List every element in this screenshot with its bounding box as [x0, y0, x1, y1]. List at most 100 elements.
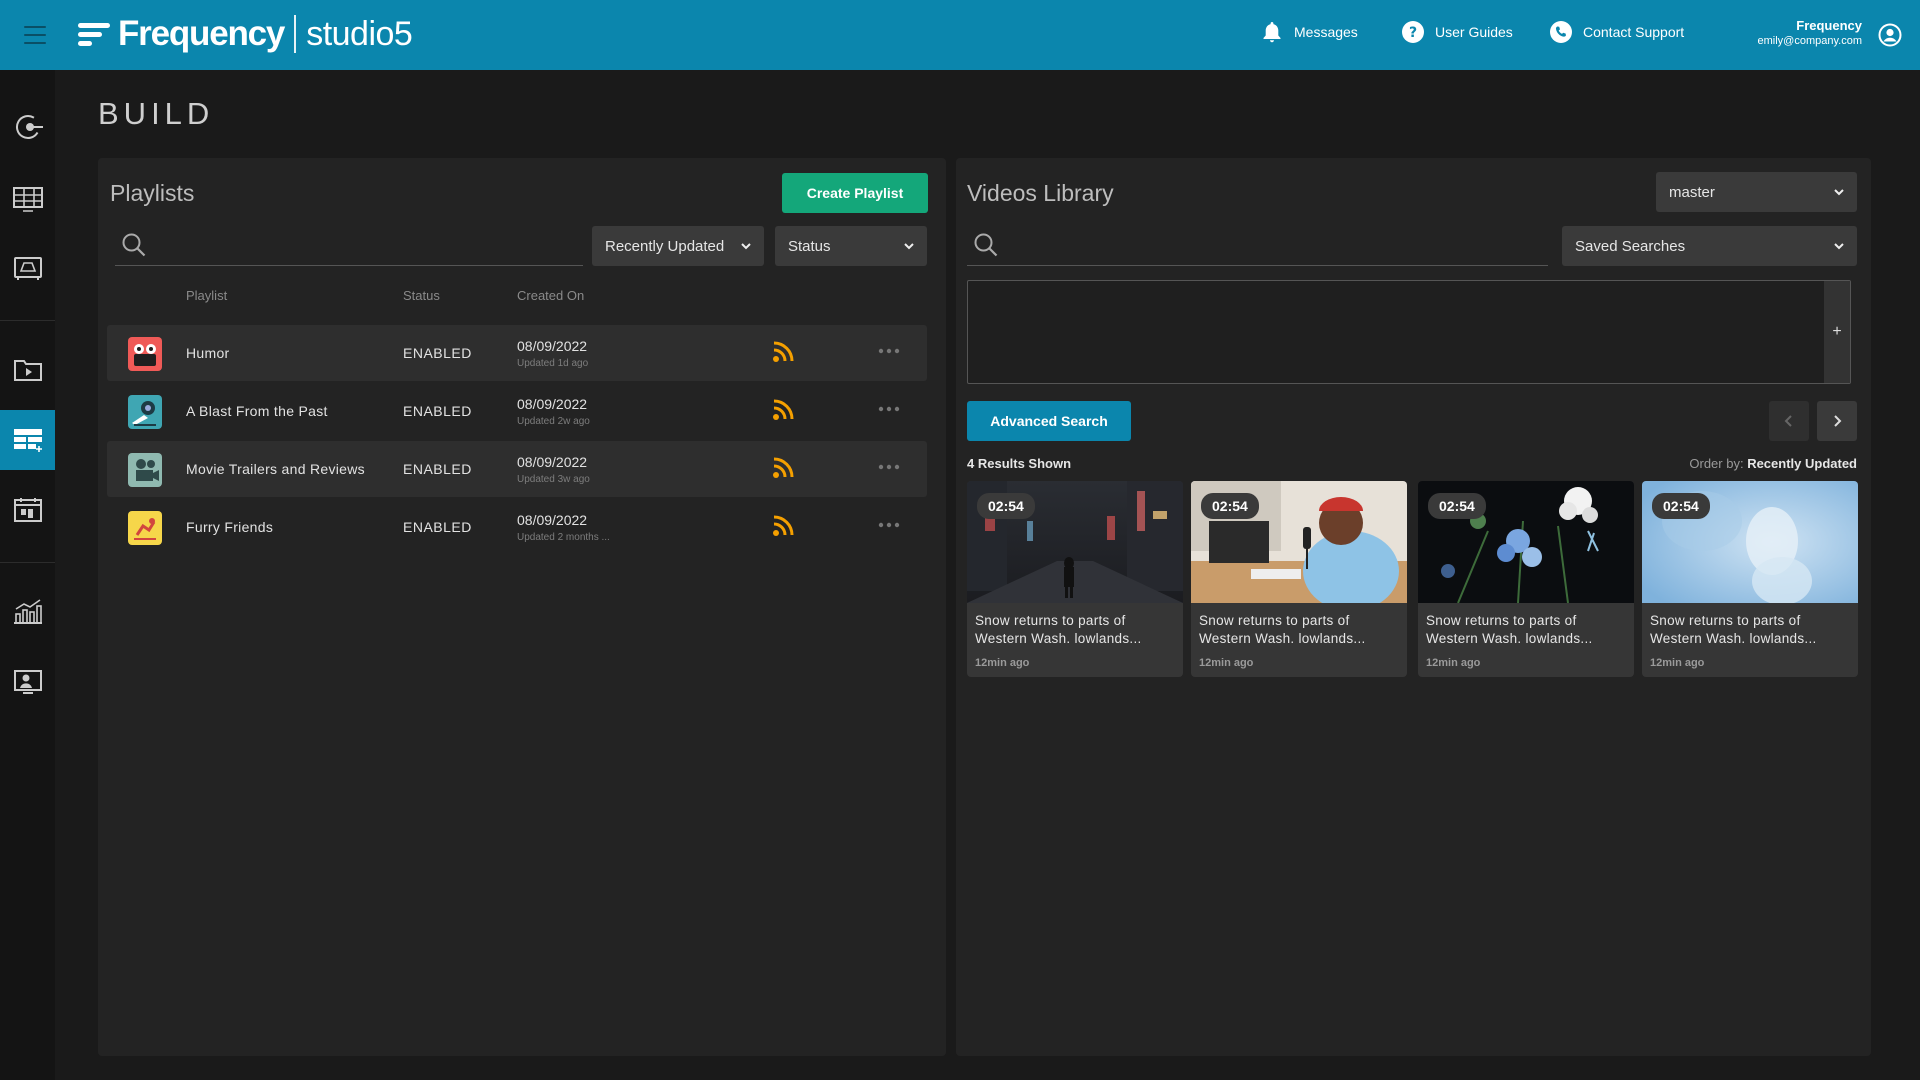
logo-brand: Frequency	[118, 14, 285, 53]
search-icon	[974, 233, 998, 257]
user-screen-icon	[13, 670, 42, 694]
branch-select[interactable]: master	[1656, 172, 1857, 212]
video-card[interactable]: 02:54 Snow returns to parts of Western W…	[1191, 481, 1407, 677]
more-options-icon[interactable]	[877, 517, 901, 533]
playlist-created-date: 08/09/2022	[517, 512, 588, 528]
video-duration-badge: 02:54	[1428, 493, 1486, 519]
user-name: Frequency	[1796, 18, 1862, 33]
add-tag-button[interactable]: +	[1824, 281, 1850, 383]
svg-text:?: ?	[1409, 25, 1417, 41]
user-email: emily@company.com	[1757, 35, 1863, 47]
rss-feed-icon[interactable]	[772, 457, 794, 479]
app-logo[interactable]: Frequency studio5	[78, 14, 413, 54]
video-updated: 12min ago	[1426, 657, 1481, 669]
playlist-row[interactable]: Furry Friends ENABLED 08/09/2022 Updated…	[107, 499, 927, 555]
rail-divider	[0, 320, 55, 321]
build-playlist-icon	[13, 429, 42, 452]
contact-support-link[interactable]: Contact Support	[1549, 20, 1684, 44]
rail-item-broadcast[interactable]	[0, 97, 55, 157]
playlist-updated: Updated 2 months ...	[517, 532, 610, 543]
playlist-updated: Updated 1d ago	[517, 358, 589, 369]
column-header-status[interactable]: Status	[403, 288, 440, 303]
more-options-icon[interactable]	[877, 343, 901, 359]
playlist-thumbnail	[128, 453, 162, 487]
playlist-status: ENABLED	[403, 519, 472, 535]
playlist-row[interactable]: Humor ENABLED 08/09/2022 Updated 1d ago	[107, 325, 927, 381]
chevron-down-icon	[1834, 189, 1844, 196]
prev-page-button[interactable]	[1769, 401, 1809, 441]
playlist-thumbnail	[128, 395, 162, 429]
playlist-created-date: 08/09/2022	[517, 454, 588, 470]
calendar-icon	[13, 498, 42, 522]
column-header-created[interactable]: Created On	[517, 288, 584, 303]
rail-item-analytics[interactable]	[0, 582, 55, 642]
order-by-value: Recently Updated	[1747, 456, 1857, 471]
video-card[interactable]: 02:54 Snow returns to parts of Western W…	[1418, 481, 1634, 677]
advanced-search-button[interactable]: Advanced Search	[967, 401, 1131, 441]
user-guides-link[interactable]: ? User Guides	[1401, 20, 1513, 44]
logo-separator	[294, 15, 297, 53]
video-search-input[interactable]	[1007, 230, 1544, 260]
branch-select-value: master	[1669, 183, 1715, 201]
rail-item-channel[interactable]	[0, 239, 55, 299]
create-playlist-button[interactable]: Create Playlist	[782, 173, 928, 213]
page-title: BUILD	[98, 96, 215, 131]
user-account[interactable]: Frequency emily@company.com	[1758, 18, 1863, 47]
status-select[interactable]: Status	[775, 226, 927, 266]
playlist-updated: Updated 2w ago	[517, 416, 590, 427]
rss-feed-icon[interactable]	[772, 341, 794, 363]
channel-icon	[13, 257, 42, 280]
playlist-updated: Updated 3w ago	[517, 474, 590, 485]
playlist-search-input[interactable]	[155, 230, 579, 260]
playlist-search	[115, 226, 583, 266]
next-page-button[interactable]	[1817, 401, 1857, 441]
saved-searches-value: Saved Searches	[1575, 237, 1686, 255]
messages-link[interactable]: Messages	[1260, 20, 1358, 44]
rail-item-calendar[interactable]	[0, 480, 55, 540]
more-options-icon[interactable]	[877, 401, 901, 417]
more-options-icon[interactable]	[877, 459, 901, 475]
video-duration-badge: 02:54	[1652, 493, 1710, 519]
playlist-row[interactable]: A Blast From the Past ENABLED 08/09/2022…	[107, 383, 927, 439]
help-icon: ?	[1401, 20, 1425, 44]
video-duration-badge: 02:54	[977, 493, 1035, 519]
playlist-row[interactable]: Movie Trailers and Reviews ENABLED 08/09…	[107, 441, 927, 497]
playlist-status: ENABLED	[403, 345, 472, 361]
playlist-status: ENABLED	[403, 403, 472, 419]
chevron-down-icon	[1834, 243, 1844, 250]
schedule-grid-icon	[12, 187, 43, 212]
video-updated: 12min ago	[975, 657, 1030, 669]
video-title: Snow returns to parts of Western Wash. l…	[1426, 613, 1593, 646]
rss-feed-icon[interactable]	[772, 515, 794, 537]
playlist-name: Movie Trailers and Reviews	[186, 461, 365, 477]
rss-feed-icon[interactable]	[772, 399, 794, 421]
messages-label: Messages	[1294, 24, 1358, 40]
chevron-left-icon	[1784, 415, 1792, 427]
left-nav-rail	[0, 70, 55, 1080]
playlist-created-date: 08/09/2022	[517, 338, 588, 354]
video-card[interactable]: 02:54 Snow returns to parts of Western W…	[1642, 481, 1858, 677]
sort-select-value: Recently Updated	[605, 237, 725, 255]
video-updated: 12min ago	[1650, 657, 1705, 669]
hamburger-menu-icon[interactable]	[24, 26, 46, 44]
video-card[interactable]: 02:54 Snow returns to parts of Western W…	[967, 481, 1183, 677]
search-tags-box[interactable]: +	[967, 280, 1851, 384]
analytics-icon	[13, 599, 42, 624]
rail-item-viewer[interactable]	[0, 652, 55, 712]
playlist-status: ENABLED	[403, 461, 472, 477]
sort-select[interactable]: Recently Updated	[592, 226, 764, 266]
chevron-down-icon	[904, 243, 914, 250]
column-header-playlist[interactable]: Playlist	[186, 288, 227, 303]
saved-searches-select[interactable]: Saved Searches	[1562, 226, 1857, 266]
rail-item-build[interactable]	[0, 410, 55, 470]
user-avatar-icon[interactable]	[1878, 23, 1902, 47]
order-by[interactable]: Order by: Recently Updated	[1689, 456, 1857, 471]
videos-library-title: Videos Library	[967, 180, 1114, 206]
video-duration-badge: 02:54	[1201, 493, 1259, 519]
rail-item-schedule[interactable]	[0, 169, 55, 229]
playlist-name: Humor	[186, 345, 230, 361]
logo-product: studio5	[306, 14, 413, 53]
rail-item-media[interactable]	[0, 340, 55, 400]
media-folder-icon	[13, 360, 42, 381]
results-count: 4 Results Shown	[967, 456, 1072, 471]
